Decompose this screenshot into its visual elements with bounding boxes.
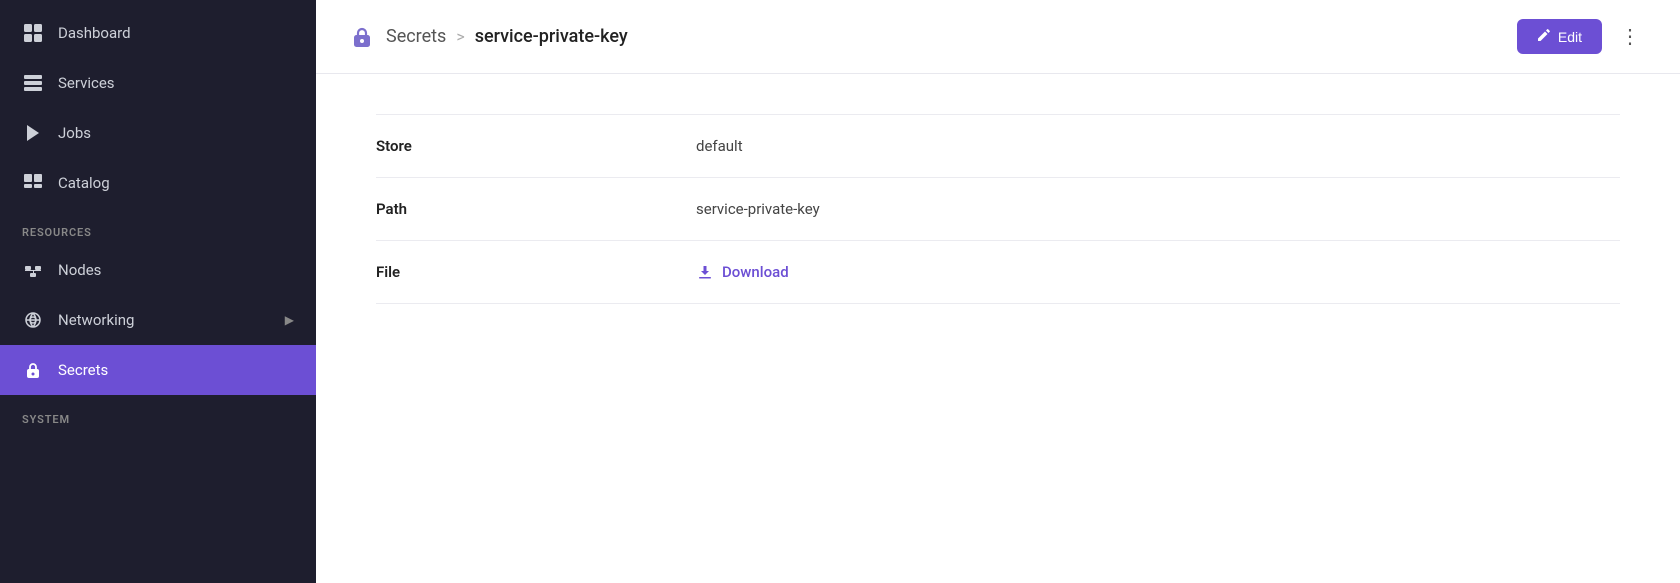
sidebar-item-label: Services (58, 74, 115, 92)
main-content: Secrets > service-private-key Edit ⋮ (316, 0, 1680, 583)
sidebar: Dashboard Services Jobs (0, 0, 316, 583)
detail-content: Store default Path service-private-key F… (316, 74, 1680, 583)
sidebar-item-label: Jobs (58, 124, 91, 142)
edit-button[interactable]: Edit (1517, 19, 1602, 54)
breadcrumb-current: service-private-key (475, 26, 628, 47)
file-value: Download (696, 241, 1620, 304)
more-options-button[interactable]: ⋮ (1612, 18, 1648, 55)
sidebar-item-label: Secrets (58, 361, 108, 379)
nodes-icon (22, 259, 44, 281)
store-value: default (696, 115, 1620, 178)
sidebar-item-nodes[interactable]: Nodes (0, 245, 316, 295)
edit-pencil-icon (1537, 28, 1551, 45)
sidebar-item-label: Networking (58, 311, 134, 329)
chevron-right-icon: ▶ (285, 313, 294, 327)
download-label: Download (722, 263, 789, 281)
breadcrumb-secrets-icon (348, 23, 376, 51)
breadcrumb: Secrets > service-private-key (348, 23, 628, 51)
download-icon (696, 263, 714, 281)
jobs-icon (22, 122, 44, 144)
services-icon (22, 72, 44, 94)
sidebar-item-label: Nodes (58, 261, 101, 279)
table-row: Store default (376, 115, 1620, 178)
file-key: File (376, 241, 696, 304)
breadcrumb-separator: > (456, 27, 464, 46)
system-label: System (0, 395, 316, 432)
page-header: Secrets > service-private-key Edit ⋮ (316, 0, 1680, 74)
sidebar-item-label: Dashboard (58, 24, 131, 42)
sidebar-item-secrets[interactable]: Secrets (0, 345, 316, 395)
path-key: Path (376, 178, 696, 241)
sidebar-item-services[interactable]: Services (0, 58, 316, 108)
header-actions: Edit ⋮ (1517, 18, 1648, 55)
path-value: service-private-key (696, 178, 1620, 241)
sidebar-item-dashboard[interactable]: Dashboard (0, 8, 316, 58)
sidebar-item-catalog[interactable]: Catalog (0, 158, 316, 208)
store-key: Store (376, 115, 696, 178)
catalog-icon (22, 172, 44, 194)
edit-button-label: Edit (1558, 29, 1582, 45)
breadcrumb-root[interactable]: Secrets (386, 26, 446, 47)
networking-icon (22, 309, 44, 331)
dashboard-icon (22, 22, 44, 44)
detail-table: Store default Path service-private-key F… (376, 114, 1620, 304)
sidebar-item-label: Catalog (58, 174, 110, 192)
table-row: Path service-private-key (376, 178, 1620, 241)
secrets-icon (22, 359, 44, 381)
table-row: File Download (376, 241, 1620, 304)
download-link[interactable]: Download (696, 263, 1620, 281)
resources-label: Resources (0, 208, 316, 245)
sidebar-item-jobs[interactable]: Jobs (0, 108, 316, 158)
sidebar-item-networking[interactable]: Networking ▶ (0, 295, 316, 345)
more-options-icon: ⋮ (1620, 26, 1640, 48)
